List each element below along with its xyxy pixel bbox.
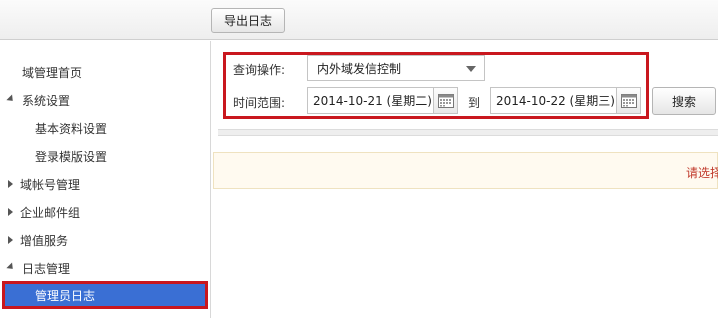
- operation-select[interactable]: 内外域发信控制: [307, 55, 485, 81]
- calendar-icon[interactable]: [433, 88, 457, 113]
- operation-select-value: 内外域发信控制: [317, 61, 402, 76]
- export-log-button[interactable]: 导出日志: [211, 8, 285, 33]
- sidebar-item-label: 基本资料设置: [35, 121, 108, 136]
- sidebar-item-label: 域帐号管理: [20, 177, 81, 192]
- chevron-down-icon: [466, 66, 476, 72]
- date-from-value: 2014-10-21 (星期二): [313, 94, 432, 108]
- sidebar-item-label: 登录模版设置: [35, 149, 108, 164]
- collapse-arrow-icon: [8, 180, 13, 188]
- date-from-field[interactable]: 2014-10-21 (星期二): [307, 87, 458, 114]
- search-button[interactable]: 搜索: [652, 87, 716, 115]
- sidebar-item-log-management[interactable]: 日志管理: [0, 257, 211, 279]
- date-to-value: 2014-10-22 (星期三): [496, 94, 615, 108]
- sidebar-item-domain-home[interactable]: 域管理首页: [0, 61, 211, 83]
- sidebar-item-domain-accounts[interactable]: 域帐号管理: [0, 173, 211, 195]
- sidebar-item-system-settings[interactable]: 系统设置: [0, 89, 211, 111]
- sidebar-item-mail-groups[interactable]: 企业邮件组: [0, 201, 211, 223]
- sidebar-item-label: 管理员日志: [35, 288, 96, 303]
- sidebar-item-basic-info[interactable]: 基本资料设置: [0, 117, 211, 139]
- sidebar: 域管理首页 系统设置 基本资料设置 登录模版设置 域帐号管理 企业邮件组 增值服…: [0, 41, 211, 318]
- time-range-label: 时间范围:: [233, 96, 286, 110]
- operation-label: 查询操作:: [233, 63, 286, 77]
- collapse-arrow-icon: [8, 236, 13, 244]
- sidebar-item-label: 日志管理: [22, 261, 71, 276]
- sidebar-item-label: 增值服务: [20, 233, 69, 248]
- sidebar-item-login-template[interactable]: 登录模版设置: [0, 145, 211, 167]
- date-to-field[interactable]: 2014-10-22 (星期三): [490, 87, 641, 114]
- expand-arrow-icon: [6, 261, 16, 272]
- divider-bar: [218, 129, 718, 136]
- sidebar-item-admin-log[interactable]: 管理员日志: [2, 281, 208, 309]
- sidebar-item-label: 系统设置: [22, 93, 71, 108]
- collapse-arrow-icon: [8, 208, 13, 216]
- sidebar-item-value-added[interactable]: 增值服务: [0, 229, 211, 251]
- to-label: 到: [468, 96, 481, 110]
- notice-banner: 请选择: [213, 152, 718, 189]
- notice-text: 请选择: [686, 166, 718, 180]
- calendar-icon[interactable]: [616, 88, 640, 113]
- expand-arrow-icon: [6, 93, 16, 104]
- sidebar-item-label: 企业邮件组: [20, 205, 81, 220]
- sidebar-item-label: 域管理首页: [22, 65, 83, 80]
- top-toolbar: 导出日志: [0, 0, 718, 40]
